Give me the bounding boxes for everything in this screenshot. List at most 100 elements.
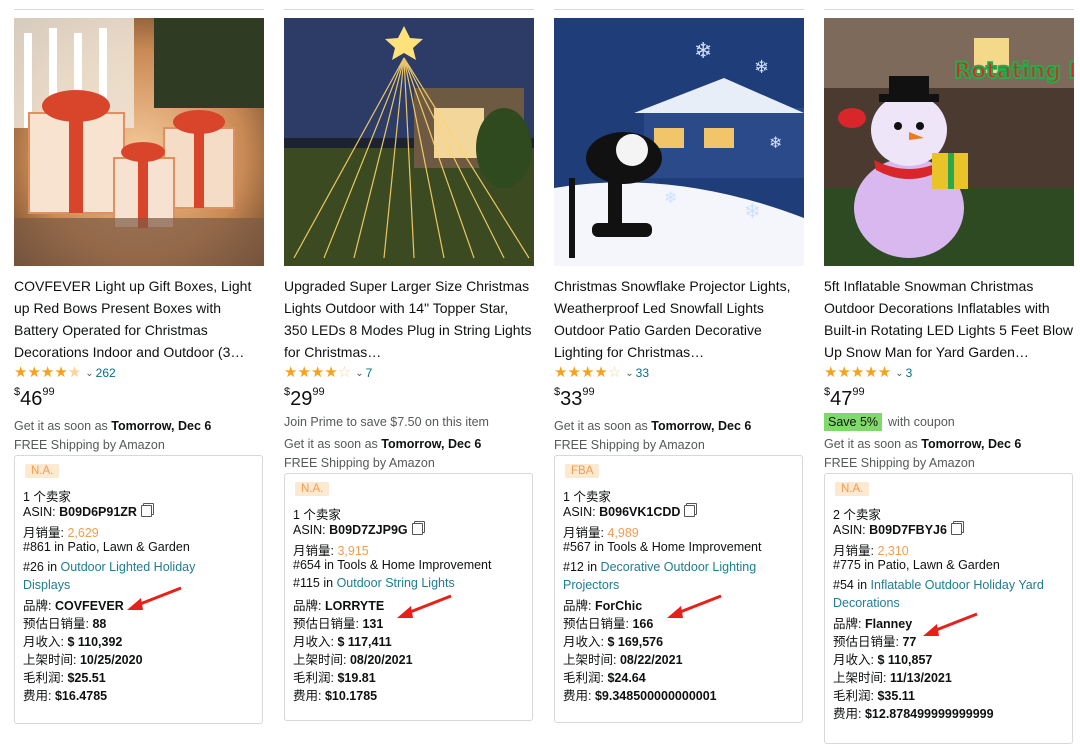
- coupon-badge[interactable]: Save 5%: [824, 413, 883, 431]
- fulfillment-tag: N.A.: [25, 464, 60, 478]
- shipping-info: FREE Shipping by Amazon: [554, 438, 705, 452]
- shipping-info: FREE Shipping by Amazon: [824, 456, 975, 470]
- rating: ★★★★★ ⌄ 3: [824, 364, 912, 382]
- seller-data-panel: FBA 1 个卖家 ASIN: B096VK1CDD 月销量: 4,989 #5…: [554, 455, 803, 723]
- svg-text:❄: ❄: [754, 57, 769, 78]
- rating-count[interactable]: 262: [96, 366, 116, 380]
- product-title[interactable]: Christmas Snowflake Projector Lights, We…: [554, 275, 804, 363]
- rank-sub: #12 in Decorative Outdoor Lighting Proje…: [563, 560, 757, 592]
- price: $2999: [284, 386, 325, 410]
- delivery-info: Get it as soon as Tomorrow, Dec 6: [824, 437, 1022, 451]
- listed-date-row: 上架时间: 10/25/2020: [23, 653, 143, 667]
- daily-sales-row: 预估日销量: 88: [23, 617, 107, 631]
- svg-text:❄: ❄: [694, 39, 712, 64]
- shipping-info: FREE Shipping by Amazon: [14, 438, 165, 452]
- category-link[interactable]: Outdoor String Lights: [337, 576, 455, 590]
- rank-sub: #54 in Inflatable Outdoor Holiday Yard D…: [833, 578, 1044, 610]
- red-arrow-annotation: [397, 594, 452, 618]
- monthly-revenue-row: 月收入: $ 110,857: [833, 653, 933, 667]
- divider: [824, 9, 1074, 10]
- fulfillment-tag: N.A.: [835, 482, 870, 496]
- asin-row: ASIN: B09D7ZJP9G: [293, 522, 423, 537]
- copy-icon[interactable]: [684, 505, 696, 517]
- asin-row: ASIN: B09D7FBYJ6: [833, 522, 962, 537]
- asin-row: ASIN: B09D6P91ZR: [23, 504, 152, 519]
- fulfillment-tag: FBA: [565, 464, 600, 478]
- sellers-count: 2 个卖家: [833, 508, 881, 522]
- red-arrow-annotation: [923, 612, 978, 636]
- product-card-3: ❄ ❄ ❄ ❄ ❄ Christmas Snowflake Projector …: [554, 0, 804, 749]
- product-card-2: Upgraded Super Larger Size Christmas Lig…: [284, 0, 534, 749]
- prime-savings: Join Prime to save $7.50 on this item: [284, 415, 489, 429]
- daily-sales-row: 预估日销量: 131: [293, 617, 384, 631]
- seller-data-panel: N.A. 1 个卖家 ASIN: B09D6P91ZR 月销量: 2,629 #…: [14, 455, 263, 724]
- rating: ★★★★☆ ⌄ 33: [554, 364, 649, 382]
- rating-count[interactable]: 7: [366, 366, 373, 380]
- price: $4699: [14, 386, 55, 410]
- rank-sub: #115 in Outdoor String Lights: [293, 576, 455, 590]
- daily-sales-row: 预估日销量: 77: [833, 635, 917, 649]
- sellers-count: 1 个卖家: [563, 490, 611, 504]
- delivery-info: Get it as soon as Tomorrow, Dec 6: [554, 419, 752, 433]
- product-card-1: COVFEVER Light up Gift Boxes, Light up R…: [14, 0, 264, 749]
- chevron-down-icon[interactable]: ⌄: [85, 368, 93, 379]
- daily-sales-row: 预估日销量: 166: [563, 617, 654, 631]
- sellers-count: 1 个卖家: [293, 508, 341, 522]
- fee-row: 费用: $16.4785: [23, 689, 108, 703]
- product-title[interactable]: COVFEVER Light up Gift Boxes, Light up R…: [14, 275, 264, 363]
- image-caption-text: Rotating Light: [954, 59, 1074, 84]
- monthly-revenue-row: 月收入: $ 169,576: [563, 635, 664, 649]
- product-image-gift-boxes[interactable]: [14, 18, 264, 266]
- red-arrow-annotation: [127, 586, 182, 610]
- svg-text:❄: ❄: [744, 199, 761, 223]
- product-card-4: Rotating Light 5ft Inflatable Snowman Ch…: [824, 0, 1074, 749]
- rank-main: #775 in Patio, Lawn & Garden: [833, 558, 1000, 572]
- fulfillment-tag: N.A.: [295, 482, 330, 496]
- chevron-down-icon[interactable]: ⌄: [625, 368, 633, 379]
- price: $3399: [554, 386, 595, 410]
- rating-count[interactable]: 33: [636, 366, 649, 380]
- brand-row: 品牌: Flanney: [833, 617, 913, 631]
- profit-row: 毛利润: $25.51: [23, 671, 106, 685]
- chevron-down-icon[interactable]: ⌄: [895, 368, 903, 379]
- product-title[interactable]: 5ft Inflatable Snowman Christmas Outdoor…: [824, 275, 1074, 363]
- fee-row: 费用: $10.1785: [293, 689, 378, 703]
- rank-main: #654 in Tools & Home Improvement: [293, 558, 492, 572]
- star-rating-icon: ★★★★☆: [284, 364, 352, 381]
- copy-icon[interactable]: [411, 523, 423, 535]
- rating-count[interactable]: 3: [906, 366, 913, 380]
- product-title[interactable]: Upgraded Super Larger Size Christmas Lig…: [284, 275, 534, 363]
- coupon-row: Save 5% with coupon: [824, 413, 955, 431]
- svg-text:❄: ❄: [769, 133, 782, 152]
- divider: [554, 9, 804, 10]
- divider: [284, 9, 534, 10]
- rank-main: #861 in Patio, Lawn & Garden: [23, 540, 190, 554]
- red-arrow-annotation: [667, 594, 722, 618]
- rating: ★★★★★ ⌄ 262: [14, 364, 116, 382]
- seller-data-panel: N.A. 2 个卖家 ASIN: B09D7FBYJ6 月销量: 2,310 #…: [824, 473, 1073, 744]
- fee-row: 费用: $9.348500000000001: [563, 689, 717, 703]
- product-image-inflatable-snowman[interactable]: Rotating Light: [824, 18, 1074, 266]
- shipping-info: FREE Shipping by Amazon: [284, 456, 435, 470]
- chevron-down-icon[interactable]: ⌄: [355, 368, 363, 379]
- listed-date-row: 上架时间: 08/22/2021: [563, 653, 683, 667]
- price: $4799: [824, 386, 865, 410]
- copy-icon[interactable]: [140, 505, 152, 517]
- delivery-info: Get it as soon as Tomorrow, Dec 6: [14, 419, 212, 433]
- sellers-count: 1 个卖家: [23, 490, 71, 504]
- listed-date-row: 上架时间: 11/13/2021: [833, 671, 952, 685]
- brand-row: 品牌: LORRYTE: [293, 599, 385, 613]
- monthly-revenue-row: 月收入: $ 110,392: [23, 635, 123, 649]
- brand-row: 品牌: COVFEVER: [23, 599, 124, 613]
- monthly-sales-row: 月销量: 3,915: [293, 544, 369, 558]
- copy-icon[interactable]: [950, 523, 962, 535]
- monthly-sales-row: 月销量: 2,310: [833, 544, 909, 558]
- product-image-snowflake-projector[interactable]: ❄ ❄ ❄ ❄ ❄: [554, 18, 804, 266]
- asin-row: ASIN: B096VK1CDD: [563, 504, 696, 519]
- monthly-sales-row: 月销量: 4,989: [563, 526, 639, 540]
- profit-row: 毛利润: $35.11: [833, 689, 916, 703]
- monthly-revenue-row: 月收入: $ 117,411: [293, 635, 392, 649]
- profit-row: 毛利润: $19.81: [293, 671, 376, 685]
- profit-row: 毛利润: $24.64: [563, 671, 646, 685]
- product-image-star-lights[interactable]: [284, 18, 534, 266]
